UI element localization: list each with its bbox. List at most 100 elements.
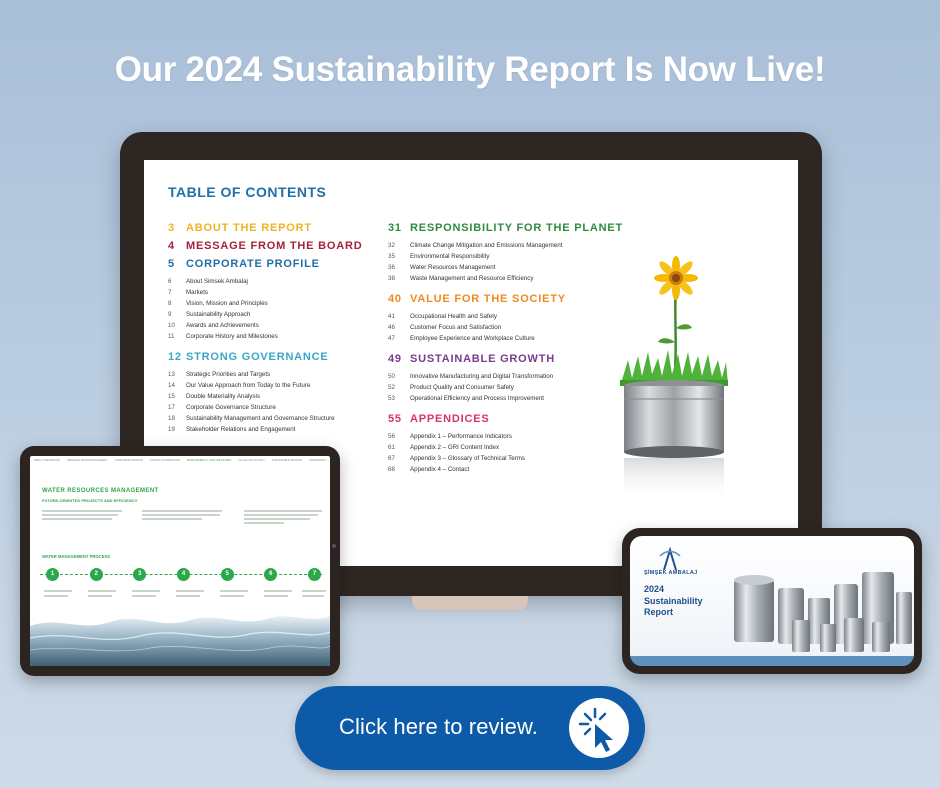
toc-item-label: Appendix 3 – Glossary of Technical Terms	[410, 455, 525, 462]
toc-section-heading[interactable]: 5 CORPORATE PROFILE	[168, 258, 388, 270]
tablet-nav-item[interactable]: RESPONSIBILITY FOR THE PLANET	[187, 459, 231, 462]
phone-brand: ŞİMŞEK AMBALAJ	[644, 570, 698, 576]
toc-left-column: 3 ABOUT THE REPORT 4 MESSAGE FROM THE BOARD…	[168, 222, 388, 444]
toc-section-heading[interactable]: 12 STRONG GOVERNANCE	[168, 351, 388, 363]
toc-item-page: 53	[388, 395, 395, 402]
toc-item-page: 47	[388, 335, 395, 342]
review-report-button[interactable]: Click here to review.	[295, 686, 645, 770]
toc-item-label: Appendix 2 – GRI Content Index	[410, 444, 500, 451]
toc-item-page: 15	[168, 393, 175, 400]
tablet-nav-item[interactable]: CORPORATE PROFILE	[115, 459, 143, 462]
toc-item[interactable]: 67 Appendix 3 – Glossary of Technical Ter…	[388, 453, 638, 464]
toc-section-page: 3	[168, 222, 175, 234]
tablet-process-step: 5	[220, 568, 234, 581]
tablet-nav-item[interactable]: STRONG GOVERNANCE	[150, 459, 180, 462]
toc-section-heading[interactable]: 3 ABOUT THE REPORT	[168, 222, 388, 234]
toc-item[interactable]: 6 About Simsek Ambalaj	[168, 276, 388, 287]
toc-section-title: APPENDICES	[410, 413, 490, 425]
tablet-camera	[332, 544, 336, 548]
toc-item-page: 32	[388, 242, 395, 249]
toc-item[interactable]: 10 Awards and Achievements	[168, 320, 388, 331]
toc-item-label: Climate Change Mitigation and Emissions …	[410, 242, 563, 249]
toc-section-page: 40	[388, 293, 402, 305]
cursor-click-icon	[569, 698, 629, 758]
toc-item[interactable]: 13 Strategic Priorities and Targets	[168, 369, 388, 380]
toc-item-label: Strategic Priorities and Targets	[186, 371, 271, 378]
toc-section-heading[interactable]: 4 MESSAGE FROM THE BOARD	[168, 240, 388, 252]
toc-item[interactable]: 47 Employee Experience and Workplace Cult…	[388, 333, 638, 344]
toc-item[interactable]: 35 Environmental Responsibility	[388, 251, 638, 262]
toc-section-heading[interactable]: 49 SUSTAINABLE GROWTH	[388, 353, 638, 365]
toc-section-title: MESSAGE FROM THE BOARD	[186, 240, 363, 252]
toc-item-page: 36	[388, 264, 395, 271]
toc-item[interactable]: 32 Climate Change Mitigation and Emission…	[388, 240, 638, 251]
toc-item[interactable]: 15 Double Materiality Analysis	[168, 391, 388, 402]
tablet-process-step: 7	[308, 568, 321, 581]
tablet-nav-item[interactable]: APPENDICES	[309, 459, 326, 462]
toc-item[interactable]: 18 Sustainability Management and Governan…	[168, 413, 388, 424]
toc-item[interactable]: 38 Waste Management and Resource Efficien…	[388, 273, 638, 284]
toc-section: 5 CORPORATE PROFILE 6 About Simsek Ambalaj 7…	[168, 258, 388, 342]
toc-item[interactable]: 36 Water Resources Management	[388, 262, 638, 273]
tablet-process-step: 6	[264, 568, 278, 581]
toc-item[interactable]: 52 Product Quality and Consumer Safety	[388, 382, 638, 393]
toc-section-title: STRONG GOVERNANCE	[186, 351, 329, 363]
toc-item[interactable]: 14 Our Value Approach from Today to the F…	[168, 380, 388, 391]
toc-item[interactable]: 61 Appendix 2 – GRI Content Index	[388, 442, 638, 453]
toc-item[interactable]: 68 Appendix 4 – Contact	[388, 464, 638, 475]
toc-section-page: 31	[388, 222, 402, 234]
tablet-process-step: 1	[46, 568, 59, 581]
toc-section: 55 APPENDICES 56 Appendix 1 – Performance I…	[388, 413, 638, 475]
toc-item-label: Corporate History and Milestones	[186, 333, 278, 340]
toc-item-page: 17	[168, 404, 175, 411]
toc-item[interactable]: 19 Stakeholder Relations and Engagement	[168, 424, 388, 435]
toc-section-heading[interactable]: 31 RESPONSIBILITY FOR THE PLANET	[388, 222, 638, 234]
toc-item-label: Markets	[186, 289, 209, 296]
toc-item[interactable]: 9 Sustainability Approach	[168, 309, 388, 320]
toc-item-page: 19	[168, 426, 175, 433]
toc-item[interactable]: 7 Markets	[168, 287, 388, 298]
toc-item-page: 38	[388, 275, 395, 282]
tablet-process-step: 3	[133, 568, 147, 581]
toc-item-page: 13	[168, 371, 175, 378]
toc-item-label: Water Resources Management	[410, 264, 496, 271]
toc-section-heading[interactable]: 40 VALUE FOR THE SOCIETY	[388, 293, 638, 305]
toc-section-heading[interactable]: 55 APPENDICES	[388, 413, 638, 425]
toc-section-title: RESPONSIBILITY FOR THE PLANET	[410, 222, 624, 234]
toc-item-label: Employee Experience and Workplace Cultur…	[410, 335, 535, 342]
tablet-process-step: 4	[177, 568, 190, 581]
tablet-process-steps: 1 2 3 4 5 6 7	[40, 566, 322, 584]
toc-section-title: SUSTAINABLE GROWTH	[410, 353, 555, 365]
toc-item[interactable]: 11 Corporate History and Milestones	[168, 331, 388, 342]
toc-item-page: 6	[168, 278, 172, 285]
toc-item[interactable]: 8 Vision, Mission and Principles	[168, 298, 388, 309]
toc-item-label: Our Value Approach from Today to the Fut…	[186, 382, 311, 389]
toc-item[interactable]: 50 Innovative Manufacturing and Digital T…	[388, 371, 638, 382]
tablet-nav-item[interactable]: SUSTAINABLE GROWTH	[272, 459, 302, 462]
toc-item[interactable]: 56 Appendix 1 – Performance Indicators	[388, 431, 638, 442]
headline: Our 2024 Sustainability Report Is Now Li…	[114, 50, 826, 89]
toc-item[interactable]: 53 Operational Efficiency and Process Imp…	[388, 393, 638, 404]
toc-item-page: 41	[388, 313, 395, 320]
toc-item-label: Double Materiality Analysis	[186, 393, 260, 400]
tablet-process-step: 2	[89, 568, 103, 581]
tablet-nav-item[interactable]: MESSAGE FROM MANAGEMENT	[67, 459, 108, 462]
toc-section: 49 SUSTAINABLE GROWTH 50 Innovative Manufac…	[388, 353, 638, 404]
flower-can-illustration	[620, 256, 728, 502]
water-splash-image	[30, 606, 330, 666]
toc-item-page: 18	[168, 415, 175, 422]
toc-item[interactable]: 41 Occupational Health and Safety	[388, 311, 638, 322]
toc-item[interactable]: 17 Corporate Governance Structure	[168, 402, 388, 413]
toc-item[interactable]: 46 Customer Focus and Satisfaction	[388, 322, 638, 333]
toc-item-label: Waste Management and Resource Efficiency	[410, 275, 534, 282]
tablet-nav: ABOUT THE REPORT MESSAGE FROM MANAGEMENT C…	[34, 459, 326, 462]
toc-item-label: Operational Efficiency and Process Impro…	[410, 395, 545, 402]
metal-cans-image	[734, 572, 912, 652]
toc-title: TABLE OF CONTENTS	[168, 184, 327, 200]
tablet-nav-item[interactable]: VALUE FOR SOCIETY	[238, 459, 265, 462]
phone-screen: ŞİMŞEK AMBALAJ 2024 Sustainability Repor…	[630, 536, 914, 666]
phone-report-title-1: Sustainability	[644, 596, 703, 606]
toc-section-page: 12	[168, 351, 182, 363]
tablet-nav-item[interactable]: ABOUT THE REPORT	[34, 459, 60, 462]
phone-report-title-2: Report	[644, 607, 673, 617]
